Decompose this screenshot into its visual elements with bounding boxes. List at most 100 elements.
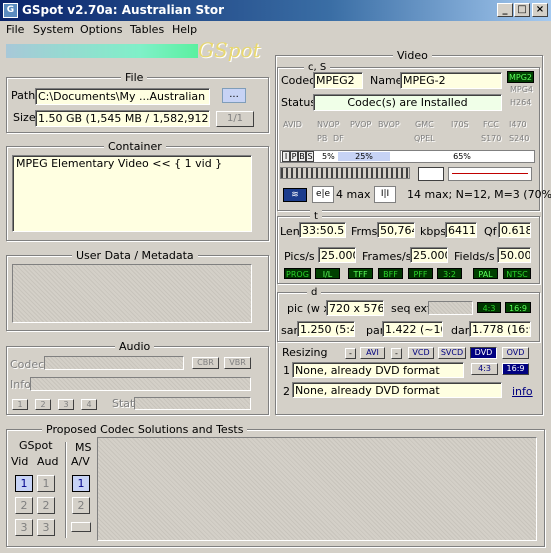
proposed-results[interactable] (97, 437, 537, 541)
par-field[interactable]: 1.422 (~10: (382, 321, 443, 337)
scan-tff: TFF (348, 268, 373, 279)
menu-file[interactable]: File (6, 23, 24, 36)
gspot-vid-3[interactable]: 3 (15, 519, 33, 536)
proposed-aud-label: Aud (37, 455, 59, 468)
file-count[interactable]: 1/1 (216, 111, 254, 127)
audio-track-1[interactable]: 1 (12, 399, 28, 410)
title-bar[interactable]: G GSpot v2.70a: Australian Stor _ □ × (0, 0, 551, 21)
gspot-aud-2[interactable]: 2 (37, 497, 55, 514)
minimize-button[interactable]: _ (497, 3, 513, 17)
proposed-gspot-label: GSpot (19, 439, 53, 452)
pic-field[interactable]: 720 x 576 (326, 300, 384, 316)
size-label: Size (13, 111, 36, 124)
info-link[interactable]: info (512, 385, 533, 399)
frames-label: Frames/s (362, 250, 412, 263)
audio-track-4[interactable]: 4 (81, 399, 97, 410)
menu-help[interactable]: Help (172, 23, 197, 36)
browse-button[interactable]: ... (222, 88, 246, 103)
fields-field[interactable]: 50.00 (497, 247, 531, 263)
flag-nvop: NVOP (317, 120, 340, 129)
resize-1-field[interactable]: None, already DVD format (292, 362, 464, 378)
name-label: Name (370, 74, 403, 87)
pct-mid-bar: 25% (338, 152, 390, 161)
gspot-vid-2[interactable]: 2 (15, 497, 33, 514)
pct-right: 65% (453, 152, 471, 161)
flag-i470: I470 (509, 120, 527, 129)
gspot-vid-1[interactable]: 1 (15, 475, 33, 492)
audio-info-field[interactable] (30, 377, 251, 391)
resize-vcd[interactable]: VCD (408, 347, 434, 359)
pics-field[interactable]: 25.000 (318, 247, 356, 263)
ms-av-extra-button[interactable] (71, 522, 91, 532)
scan-prog: PROG (284, 268, 311, 279)
flag-avid: AVID (283, 120, 302, 129)
frame-type-s: S (306, 151, 314, 162)
file-group-title: File (121, 71, 148, 84)
flag-pvop: PVOP (350, 120, 372, 129)
resize-minus-right[interactable]: - (391, 348, 402, 359)
gspot-aud-1[interactable]: 1 (37, 475, 55, 492)
gop-pattern-bar (280, 167, 410, 179)
audio-info-label: Info (10, 378, 31, 391)
name-field[interactable]: MPEG-2 (400, 72, 502, 89)
frms-label: Frms (351, 225, 378, 238)
gop-slider[interactable] (418, 167, 444, 181)
sar-label: sar (281, 324, 298, 337)
gop-ii-icon: I|I (374, 186, 396, 203)
audio-vbr-button[interactable]: VBR (224, 357, 251, 369)
seq-ext-label: seq ext (391, 302, 432, 315)
audio-stat-field[interactable] (134, 397, 251, 410)
resize-avi[interactable]: AVI (360, 347, 385, 359)
frame-type-i: I (282, 151, 290, 162)
audio-codec-label: Codec (10, 358, 45, 371)
frms-field[interactable]: 50,764 (377, 222, 415, 238)
path-field[interactable]: C:\Documents\My ...Australian Stor (35, 88, 210, 105)
audio-track-2[interactable]: 2 (35, 399, 51, 410)
container-info[interactable]: MPEG Elementary Video << { 1 vid } (12, 155, 252, 232)
resize-dvd[interactable]: DVD (470, 347, 497, 359)
size-field[interactable]: 1.50 GB (1,545 MB / 1,582,912 KB (35, 110, 210, 127)
flag-pb: PB (317, 134, 328, 143)
qf-field[interactable]: 0.618 (498, 222, 531, 238)
userdata-field[interactable] (12, 264, 252, 323)
kbps-field[interactable]: 6411 (445, 222, 477, 238)
resize-minus-left[interactable]: - (345, 348, 356, 359)
menu-tables[interactable]: Tables (130, 23, 164, 36)
close-button[interactable]: × (532, 3, 548, 17)
qf-label: Qf (484, 225, 497, 238)
audio-track-3[interactable]: 3 (58, 399, 74, 410)
len-field[interactable]: 33:50.56 (299, 222, 346, 238)
userdata-group-title: User Data / Metadata (72, 249, 198, 262)
gop-icon: ≋ (283, 188, 307, 202)
audio-codec-field[interactable] (44, 356, 184, 370)
scan-ntsc: NTSC (503, 268, 531, 279)
seq-ext-field[interactable] (428, 301, 473, 315)
maximize-button[interactable]: □ (514, 3, 530, 17)
gop-max: 4 max (336, 188, 371, 201)
resize-ar-16-9[interactable]: 16:9 (502, 363, 529, 375)
app-icon[interactable]: G (3, 3, 18, 18)
frames-field[interactable]: 25.000 (410, 247, 448, 263)
flag-i70s: I70S (451, 120, 469, 129)
ms-av-2[interactable]: 2 (72, 497, 90, 514)
window-title: GSpot v2.70a: Australian Stor (22, 3, 225, 17)
ms-av-1[interactable]: 1 (72, 475, 90, 492)
resize-svcd[interactable]: SVCD (438, 347, 466, 359)
flag-fcc: FCC (483, 120, 499, 129)
audio-group-title: Audio (115, 340, 155, 353)
codec-field[interactable]: MPEG2 (313, 72, 363, 89)
codec-label: Codec (281, 74, 316, 87)
status-field[interactable]: Codec(s) are Installed (313, 94, 502, 111)
resize-2-field[interactable]: None, already DVD format (292, 382, 502, 398)
dar-field[interactable]: 1.778 (16:9) (469, 321, 531, 337)
flag-qpel: QPEL (414, 134, 435, 143)
menu-options[interactable]: Options (80, 23, 122, 36)
resize-ar-4-3[interactable]: 4:3 (471, 363, 498, 375)
pic-label: pic (w x (287, 302, 330, 315)
menu-system[interactable]: System (33, 23, 74, 36)
d-subgroup-title: d (307, 286, 322, 299)
audio-cbr-button[interactable]: CBR (192, 357, 219, 369)
resize-ovd[interactable]: OVD (502, 347, 529, 359)
gspot-aud-3[interactable]: 3 (37, 519, 55, 536)
sar-field[interactable]: 1.250 (5:4) (297, 321, 355, 337)
